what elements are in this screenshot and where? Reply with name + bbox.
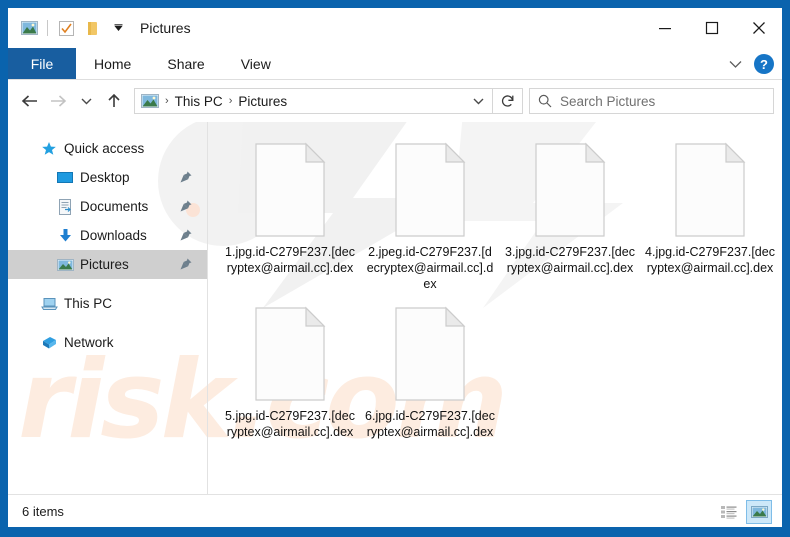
navigation-pane: Quick access Desktop Documents Downloads… (8, 122, 208, 494)
item-count-label: 6 items (22, 503, 64, 519)
generic-file-icon (252, 306, 328, 402)
refresh-icon[interactable] (492, 89, 522, 113)
back-button[interactable] (16, 87, 44, 115)
new-folder-icon[interactable] (79, 15, 105, 41)
pin-icon[interactable] (179, 199, 193, 213)
maximize-button[interactable] (688, 8, 735, 48)
explorer-window: risk.com (0, 0, 790, 537)
sidebar-item-documents[interactable]: Documents (8, 192, 207, 221)
file-name: 6.jpg.id-C279F237.[decryptex@airmail.cc]… (365, 409, 495, 439)
sidebar-item-downloads[interactable]: Downloads (8, 221, 207, 250)
generic-file-icon (392, 142, 468, 238)
file-item[interactable]: 6.jpg.id-C279F237.[decryptex@airmail.cc]… (360, 296, 500, 440)
generic-file-icon (392, 306, 468, 402)
pictures-icon (141, 93, 159, 109)
generic-file-icon (532, 142, 608, 238)
qat-separator (47, 20, 48, 36)
file-name: 4.jpg.id-C279F237.[decryptex@airmail.cc]… (645, 245, 775, 275)
quick-access-toolbar (8, 15, 131, 41)
ribbon-right-controls: ? (722, 48, 778, 80)
file-name: 5.jpg.id-C279F237.[decryptex@airmail.cc]… (225, 409, 355, 439)
sidebar-item-this-pc[interactable]: This PC (8, 289, 207, 318)
address-bar-row: › This PC › Pictures Search Pictures (8, 80, 782, 122)
sidebar-item-label: Pictures (80, 257, 129, 272)
properties-icon[interactable] (53, 15, 79, 41)
pin-icon[interactable] (179, 257, 193, 271)
sidebar-item-desktop[interactable]: Desktop (8, 163, 207, 192)
generic-file-icon (672, 142, 748, 238)
sidebar-item-label: Downloads (80, 228, 147, 243)
status-bar: 6 items (8, 494, 782, 527)
star-icon (40, 140, 58, 158)
pictures-icon (56, 256, 74, 274)
tab-home[interactable]: Home (76, 48, 149, 79)
search-icon (530, 94, 560, 108)
file-item[interactable]: 5.jpg.id-C279F237.[decryptex@airmail.cc]… (220, 296, 360, 440)
sidebar-item-label: Network (64, 335, 114, 350)
search-placeholder: Search Pictures (560, 93, 656, 109)
breadcrumb-items: › This PC › Pictures (141, 93, 464, 109)
file-grid: 1.jpg.id-C279F237.[decryptex@airmail.cc]… (208, 122, 782, 444)
sidebar-item-label: Quick access (64, 141, 145, 156)
pin-icon[interactable] (179, 228, 193, 242)
breadcrumb-pictures[interactable]: Pictures (234, 94, 291, 109)
sidebar-item-network[interactable]: Network (8, 328, 207, 357)
breadcrumb-dropdown-icon[interactable] (464, 89, 492, 113)
title-bar: Pictures (8, 8, 782, 48)
downloads-icon (56, 227, 74, 245)
network-icon (40, 334, 58, 352)
tab-view[interactable]: View (223, 48, 289, 79)
chevron-down-icon[interactable] (722, 51, 748, 77)
forward-button[interactable] (44, 87, 72, 115)
sidebar-item-label: Documents (80, 199, 149, 214)
file-list-view[interactable]: 1.jpg.id-C279F237.[decryptex@airmail.cc]… (208, 122, 782, 494)
window-client-area: risk.com (8, 8, 782, 527)
large-icons-view-button[interactable] (746, 499, 772, 524)
help-icon[interactable]: ? (754, 54, 774, 74)
file-item[interactable]: 1.jpg.id-C279F237.[decryptex@airmail.cc]… (220, 132, 360, 292)
close-button[interactable] (735, 8, 782, 48)
minimize-button[interactable] (641, 8, 688, 48)
up-button[interactable] (100, 87, 128, 115)
pin-icon[interactable] (179, 170, 193, 184)
file-name: 1.jpg.id-C279F237.[decryptex@airmail.cc]… (225, 245, 355, 275)
sidebar-item-pictures[interactable]: Pictures (8, 250, 207, 279)
file-item[interactable]: 2.jpeg.id-C279F237.[decryptex@airmail.cc… (360, 132, 500, 292)
sidebar-item-label: This PC (64, 296, 113, 311)
file-name: 2.jpeg.id-C279F237.[decryptex@airmail.cc… (366, 245, 494, 291)
file-item[interactable]: 3.jpg.id-C279F237.[decryptex@airmail.cc]… (500, 132, 640, 292)
breadcrumb-separator-1[interactable]: › (227, 95, 235, 107)
window-title: Pictures (140, 20, 191, 36)
window-icon[interactable] (16, 15, 42, 41)
sidebar-item-label: Desktop (80, 170, 130, 185)
generic-file-icon (252, 142, 328, 238)
search-input[interactable]: Search Pictures (529, 88, 774, 114)
this-pc-icon (40, 295, 58, 313)
documents-icon (56, 198, 74, 216)
file-name: 3.jpg.id-C279F237.[decryptex@airmail.cc]… (505, 245, 635, 275)
breadcrumb-this-pc[interactable]: This PC (171, 94, 227, 109)
breadcrumb-separator-0[interactable]: › (163, 95, 171, 107)
desktop-icon (56, 169, 74, 187)
window-caption-buttons (641, 8, 782, 48)
tab-file[interactable]: File (8, 48, 76, 79)
customize-qat-icon[interactable] (105, 15, 131, 41)
main-area: Quick access Desktop Documents Downloads… (8, 122, 782, 494)
file-item[interactable]: 4.jpg.id-C279F237.[decryptex@airmail.cc]… (640, 132, 780, 292)
tab-share[interactable]: Share (149, 48, 222, 79)
recent-locations-button[interactable] (72, 87, 100, 115)
view-mode-buttons (716, 495, 772, 527)
breadcrumb[interactable]: › This PC › Pictures (134, 88, 523, 114)
sidebar-item-quick-access[interactable]: Quick access (8, 134, 207, 163)
ribbon-tab-bar: File Home Share View ? (8, 48, 782, 80)
details-view-button[interactable] (716, 500, 742, 524)
